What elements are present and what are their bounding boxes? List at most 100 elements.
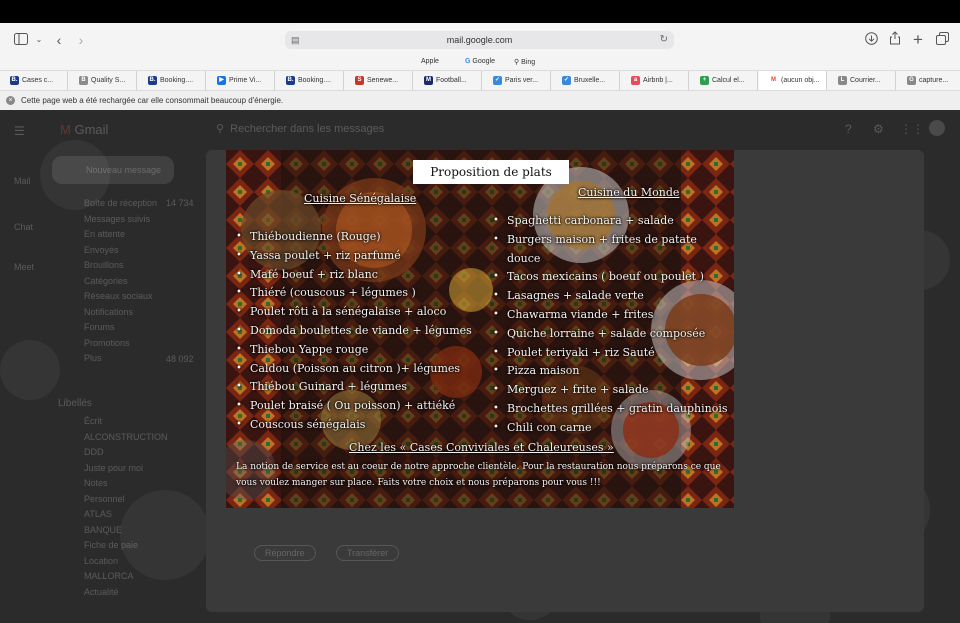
gmail-nav-item[interactable]: Notifications bbox=[84, 307, 133, 317]
gmail-nav-item[interactable]: Brouillons bbox=[84, 260, 124, 270]
dish-item: Yassa poulet + riz parfumé bbox=[234, 247, 484, 266]
gmail-label-item[interactable]: BANQUE bbox=[84, 525, 122, 535]
search-input[interactable]: ⚲ Rechercher dans les messages bbox=[216, 122, 384, 135]
back-arrow-icon[interactable]: ‹ bbox=[50, 31, 68, 49]
tab-1[interactable]: B Quality S... bbox=[69, 71, 137, 91]
tab-2[interactable]: B. Booking.... bbox=[138, 71, 206, 91]
sidebar-toggle-icon[interactable] bbox=[12, 31, 30, 49]
rail-meet[interactable]: Meet bbox=[14, 262, 34, 272]
tab-3[interactable]: ▶ Prime Vi... bbox=[207, 71, 275, 91]
dish-item: Quiche lorraine + salade composée bbox=[491, 325, 731, 344]
main-menu-icon[interactable]: ☰ bbox=[14, 124, 25, 138]
tab-4[interactable]: B. Booking.... bbox=[276, 71, 344, 91]
unread-count: 14 734 bbox=[166, 198, 194, 208]
gmail-nav-item[interactable]: Envoyés bbox=[84, 245, 119, 255]
senegalese-dish-list: Thiéboudienne (Rouge)Yassa poulet + riz … bbox=[234, 228, 484, 435]
tab-favicon-icon: + bbox=[700, 75, 709, 85]
reload-icon[interactable]: ↻ bbox=[660, 31, 668, 49]
gmail-label-item[interactable]: DDD bbox=[84, 447, 104, 457]
footer-text: La notion de service est au coeur de not… bbox=[236, 462, 721, 488]
chevron-down-icon[interactable]: ⌄ bbox=[30, 31, 48, 49]
gmail-label-item[interactable]: Juste pour moi bbox=[84, 463, 143, 473]
tab-favicon-icon: L bbox=[838, 75, 847, 85]
tab-10[interactable]: + Calcul el... bbox=[690, 71, 758, 91]
favorite-apple[interactable]: Apple bbox=[421, 58, 439, 65]
tab-label: Senewe... bbox=[367, 77, 399, 84]
tab-favicon-icon: B. bbox=[286, 75, 295, 85]
gmail-nav-item[interactable]: Boîte de réception bbox=[84, 198, 157, 208]
rail-chat[interactable]: Chat bbox=[14, 222, 33, 232]
gmail-nav-item[interactable]: En attente bbox=[84, 229, 125, 239]
tab-7[interactable]: ✓ Paris ver... bbox=[483, 71, 551, 91]
gmail-nav-item[interactable]: Plus bbox=[84, 353, 102, 363]
gear-icon[interactable]: ⚙ bbox=[873, 122, 884, 136]
share-icon[interactable] bbox=[886, 31, 904, 49]
tab-13[interactable]: Gcapture... bbox=[897, 71, 960, 91]
bokeh-blob bbox=[120, 490, 210, 580]
dish-item: Thiebou Yappe rouge bbox=[234, 341, 484, 360]
reply-button[interactable]: Répondre bbox=[254, 545, 316, 561]
rail-mail[interactable]: Mail bbox=[14, 176, 31, 186]
tab-favicon-icon: ✓ bbox=[493, 75, 502, 85]
gmail-label-item[interactable]: ALCONSTRUCTION bbox=[84, 432, 168, 442]
dish-item: Chili con carne bbox=[491, 419, 731, 438]
dish-item: Thiéré (couscous + légumes ) bbox=[234, 284, 484, 303]
tab-8[interactable]: ✓ Bruxelle... bbox=[552, 71, 620, 91]
page-settings-icon[interactable]: ▤ bbox=[291, 31, 300, 49]
dish-item: Brochettes grillées + gratin dauphinois bbox=[491, 400, 731, 419]
new-tab-icon[interactable]: + bbox=[909, 31, 927, 49]
close-icon[interactable]: × bbox=[6, 96, 15, 106]
favorite-bing[interactable]: ⚲ Bing bbox=[514, 58, 535, 66]
gmail-label-item[interactable]: Fiche de paie bbox=[84, 540, 138, 550]
tab-11[interactable]: M (aucun obj... bbox=[759, 71, 827, 91]
gmail-nav-item[interactable]: Forums bbox=[84, 322, 115, 332]
tab-label: Cases c... bbox=[22, 77, 54, 84]
gmail-nav-item[interactable]: Promotions bbox=[84, 338, 130, 348]
gmail-nav-item[interactable]: Réseaux sociaux bbox=[84, 291, 153, 301]
tab-12[interactable]: L Courrier... bbox=[828, 71, 896, 91]
forward-arrow-icon[interactable]: › bbox=[72, 31, 90, 49]
download-icon[interactable] bbox=[862, 31, 880, 49]
address-bar[interactable]: ▤ mail.google.com ↻ bbox=[285, 31, 674, 49]
unread-count: 48 092 bbox=[166, 354, 194, 364]
gmail-label-item[interactable]: MALLORCA bbox=[84, 571, 134, 581]
dish-item: Lasagnes + salade verte bbox=[491, 287, 731, 306]
gmail-label-item[interactable]: Location bbox=[84, 556, 118, 566]
forward-button[interactable]: Transférer bbox=[336, 545, 400, 561]
tab-favicon-icon: G bbox=[907, 75, 916, 85]
tab-6[interactable]: M Football... bbox=[414, 71, 482, 91]
help-icon[interactable]: ? bbox=[845, 122, 852, 136]
compose-button[interactable]: Nouveau message bbox=[52, 156, 174, 184]
avatar[interactable] bbox=[929, 120, 945, 136]
tab-favicon-icon: ✓ bbox=[562, 75, 571, 85]
tab-label: Prime Vi... bbox=[229, 77, 262, 84]
tab-favicon-icon: B bbox=[79, 75, 88, 85]
tab-label: Booking.... bbox=[298, 77, 332, 84]
col2-heading: Cuisine du Monde bbox=[578, 186, 680, 199]
gmail-label-item[interactable]: Actualité bbox=[84, 587, 119, 597]
browser-toolbar: ⌄ ‹ › ▤ mail.google.com ↻ + bbox=[0, 23, 960, 56]
gmail-logo: M Gmail bbox=[60, 122, 109, 137]
gmail-nav-item[interactable]: Messages suivis bbox=[84, 214, 150, 224]
col1-heading: Cuisine Sénégalaise bbox=[304, 192, 417, 205]
tab-favicon-icon: B. bbox=[10, 75, 19, 85]
tab-favicon-icon: S bbox=[355, 75, 364, 85]
tab-label: Quality S... bbox=[91, 77, 126, 84]
tab-label: Booking.... bbox=[160, 77, 194, 84]
tab-favicon-icon: B. bbox=[148, 75, 157, 85]
tab-overview-icon[interactable] bbox=[933, 31, 951, 49]
tab-5[interactable]: S Senewe... bbox=[345, 71, 413, 91]
tab-label: Courrier... bbox=[850, 77, 881, 84]
gmail-nav-item[interactable]: Catégories bbox=[84, 276, 128, 286]
gmail-label-item[interactable]: Notes bbox=[84, 478, 108, 488]
gmail-label-item[interactable]: Écrit bbox=[84, 416, 102, 426]
gmail-label-item[interactable]: Personnel bbox=[84, 494, 125, 504]
apps-grid-icon[interactable]: ⋮⋮ bbox=[900, 122, 924, 136]
bokeh-blob bbox=[0, 340, 60, 400]
gmail-label-item[interactable]: ATLAS bbox=[84, 509, 112, 519]
dish-item: Pizza maison bbox=[491, 362, 731, 381]
favorite-google[interactable]: G Google bbox=[465, 58, 495, 65]
tab-0[interactable]: B. Cases c... bbox=[0, 71, 68, 91]
browser-chrome: ⌄ ‹ › ▤ mail.google.com ↻ + Apple G Goog… bbox=[0, 23, 960, 110]
tab-9[interactable]: a Airbnb |... bbox=[621, 71, 689, 91]
